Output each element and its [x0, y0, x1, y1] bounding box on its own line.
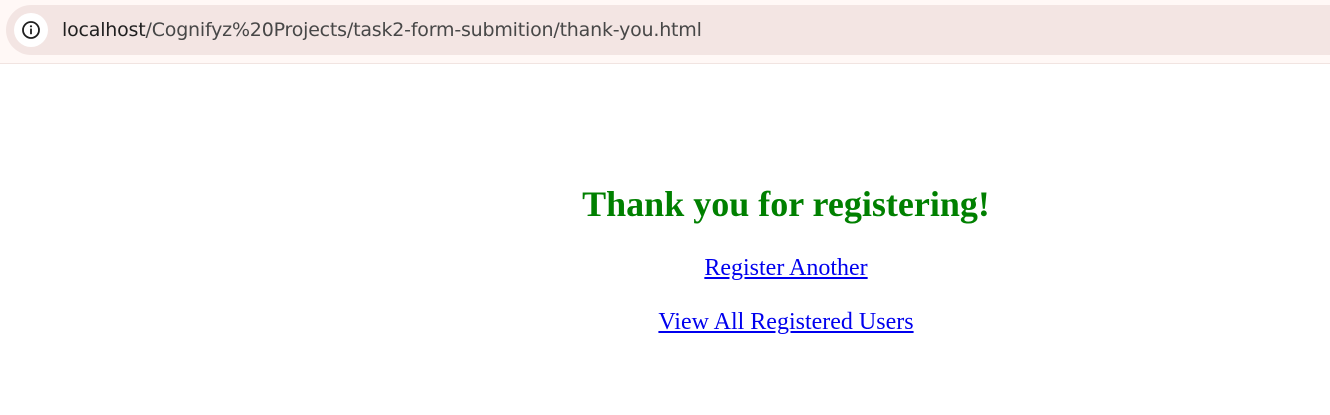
url-host: localhost	[62, 19, 146, 41]
address-bar[interactable]: localhost/Cognifyz%20Projects/task2-form…	[6, 5, 1330, 55]
view-users-row: View All Registered Users	[0, 308, 1330, 336]
register-another-link[interactable]: Register Another	[704, 255, 867, 281]
site-info-button[interactable]	[14, 13, 48, 47]
url-path: /Cognifyz%20Projects/task2-form-submitio…	[145, 19, 702, 41]
browser-toolbar: localhost/Cognifyz%20Projects/task2-form…	[0, 0, 1330, 64]
view-registered-users-link[interactable]: View All Registered Users	[658, 309, 913, 335]
page-content: Thank you for registering! Register Anot…	[0, 64, 1330, 415]
info-icon	[21, 20, 41, 40]
thank-you-heading: Thank you for registering!	[582, 184, 990, 224]
url-text[interactable]: localhost/Cognifyz%20Projects/task2-form…	[62, 19, 702, 41]
register-another-row: Register Another	[0, 254, 1330, 282]
